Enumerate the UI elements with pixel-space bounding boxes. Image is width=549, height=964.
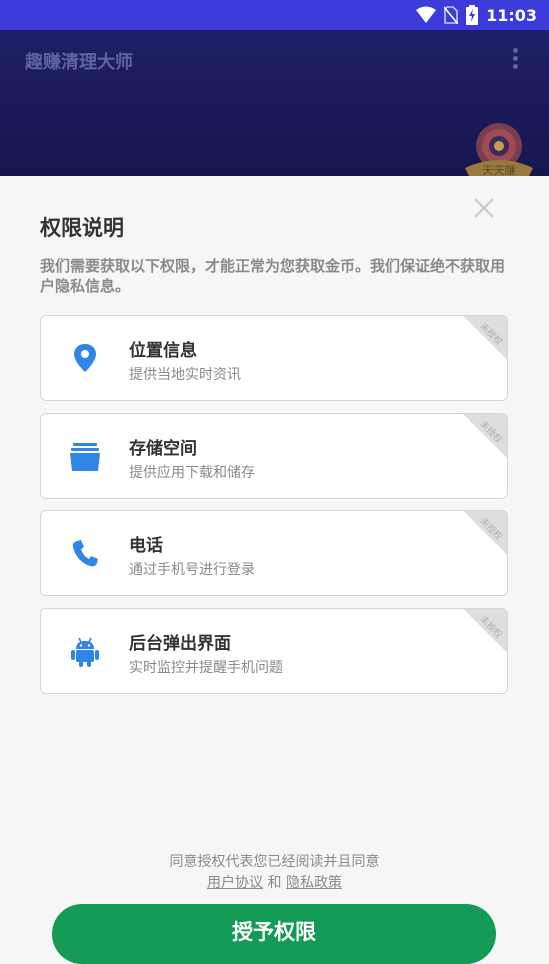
wheel-label: 天天赚 <box>483 163 516 177</box>
user-agreement-link[interactable]: 用户协议 <box>207 875 263 891</box>
status-badge: 未授权 <box>463 316 507 360</box>
permission-title: 存储空间 <box>129 439 197 459</box>
status-bar: 11:03 <box>0 0 549 30</box>
permission-subtitle: 提供当地实时资讯 <box>129 367 241 383</box>
permission-card-background-popup[interactable]: 后台弹出界面 实时监控并提醒手机问题 未授权 <box>40 608 508 694</box>
agreement-notice: 同意授权代表您已经阅读并且同意 用户协议 和 隐私政策 <box>0 852 549 894</box>
permission-sheet: 权限说明 我们需要获取以下权限，才能正常为您获取金币。我们保证绝不获取用户隐私信… <box>0 176 549 964</box>
lucky-wheel-icon[interactable]: 天天赚 <box>459 122 539 180</box>
permission-subtitle: 提供应用下载和储存 <box>129 465 255 481</box>
permission-card-storage[interactable]: 存储空间 提供应用下载和储存 未授权 <box>40 413 508 499</box>
close-icon[interactable] <box>472 196 496 220</box>
storage-icon <box>70 443 100 471</box>
wifi-icon <box>416 6 437 23</box>
grant-permission-button[interactable]: 授予权限 <box>52 904 496 964</box>
android-icon <box>71 637 99 667</box>
permission-card-phone[interactable]: 电话 通过手机号进行登录 未授权 <box>40 510 508 596</box>
permission-subtitle: 通过手机号进行登录 <box>129 562 255 578</box>
status-time: 11:03 <box>486 5 537 25</box>
sheet-title: 权限说明 <box>40 216 124 240</box>
app-bar: 趣赚清理大师 天天赚 <box>0 30 549 180</box>
status-badge: 未授权 <box>463 609 507 653</box>
agreement-text: 同意授权代表您已经阅读并且同意 <box>169 854 380 870</box>
permission-subtitle: 实时监控并提醒手机问题 <box>129 660 283 676</box>
phone-icon <box>72 540 98 567</box>
permission-card-location[interactable]: 位置信息 提供当地实时资讯 未授权 <box>40 315 508 401</box>
location-pin-icon <box>74 344 96 372</box>
privacy-policy-link[interactable]: 隐私政策 <box>286 875 342 891</box>
agreement-and: 和 <box>267 875 282 891</box>
app-title: 趣赚清理大师 <box>25 52 133 73</box>
sheet-description: 我们需要获取以下权限，才能正常为您获取金币。我们保证绝不获取用户隐私信息。 <box>40 257 506 295</box>
battery-charging-icon <box>466 5 479 25</box>
permission-title: 后台弹出界面 <box>129 634 231 654</box>
permission-title: 位置信息 <box>129 341 197 361</box>
status-badge: 未授权 <box>463 414 507 458</box>
status-icons: 11:03 <box>416 5 537 25</box>
more-menu-icon[interactable] <box>511 48 519 70</box>
status-badge: 未授权 <box>463 511 507 555</box>
permission-title: 电话 <box>129 536 163 556</box>
no-sim-icon <box>444 6 459 24</box>
